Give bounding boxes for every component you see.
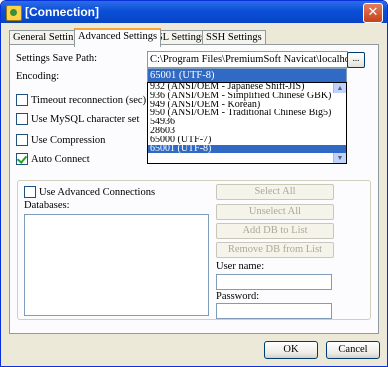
databases-label: Databases: bbox=[24, 200, 70, 211]
timeout-reconnection-label: Timeout reconnection (sec): bbox=[31, 94, 149, 106]
encoding-option[interactable]: 936 (ANSI/OEM - Simplified Chinese GBK) bbox=[148, 92, 346, 101]
add-db-button[interactable]: Add DB to List bbox=[216, 223, 334, 239]
encoding-option[interactable]: 949 (ANSI/OEM - Korean) bbox=[148, 101, 346, 110]
connection-window: [Connection] ✕ General Settings Advanced… bbox=[0, 0, 388, 367]
timeout-reconnection-checkbox[interactable]: Timeout reconnection (sec): bbox=[16, 94, 149, 106]
close-button[interactable]: ✕ bbox=[363, 3, 383, 23]
mysql-charset-label: Use MySQL character set bbox=[31, 113, 140, 125]
checkmark-icon[interactable] bbox=[16, 153, 28, 165]
user-name-label: User name: bbox=[216, 261, 265, 272]
encoding-dropdown-list[interactable]: 932 (ANSI/OEM - Japanese Shift-JIS) 936 … bbox=[147, 82, 347, 164]
encoding-option[interactable]: 932 (ANSI/OEM - Japanese Shift-JIS) bbox=[148, 83, 346, 92]
auto-connect-label: Auto Connect bbox=[31, 153, 90, 165]
compression-label: Use Compression bbox=[31, 134, 106, 146]
checkbox-box[interactable] bbox=[16, 113, 28, 125]
checkbox-box[interactable] bbox=[24, 186, 36, 198]
save-path-input[interactable]: C:\Program Files\PremiumSoft Navicat\loc… bbox=[147, 51, 348, 68]
cancel-button[interactable]: Cancel bbox=[326, 341, 380, 359]
mysql-charset-checkbox[interactable]: Use MySQL character set bbox=[16, 113, 139, 125]
window-title: [Connection] bbox=[25, 5, 99, 19]
databases-list[interactable] bbox=[24, 214, 209, 316]
browse-button[interactable]: ... bbox=[347, 52, 365, 68]
tab-ssh-settings[interactable]: SSH Settings bbox=[202, 30, 266, 45]
encoding-option[interactable]: 950 (ANSI/OEM - Traditional Chinese Big5… bbox=[148, 109, 346, 118]
navicat-app-icon bbox=[6, 5, 22, 21]
use-advanced-connections-label: Use Advanced Connections bbox=[39, 186, 156, 198]
encoding-option[interactable]: 65000 (UTF-7) bbox=[148, 136, 346, 145]
encoding-label: Encoding: bbox=[16, 71, 60, 82]
select-all-button[interactable]: Select All bbox=[216, 184, 334, 200]
password-input[interactable] bbox=[216, 303, 332, 319]
advanced-connections-group: Use Advanced Connections Databases: Sele… bbox=[17, 180, 371, 320]
encoding-option[interactable]: 28603 bbox=[148, 127, 346, 136]
ok-button[interactable]: OK bbox=[264, 341, 318, 359]
auto-connect-checkbox[interactable]: Auto Connect bbox=[16, 153, 90, 165]
encoding-option[interactable]: 54936 bbox=[148, 118, 346, 127]
encoding-option-selected[interactable]: 65001 (UTF-8) bbox=[148, 144, 346, 154]
scroll-up-arrow-icon[interactable]: ▲ bbox=[333, 83, 346, 93]
checkbox-box[interactable] bbox=[16, 94, 28, 106]
use-advanced-connections-checkbox[interactable]: Use Advanced Connections bbox=[24, 186, 155, 198]
checkbox-box[interactable] bbox=[16, 134, 28, 146]
title-bar: [Connection] ✕ bbox=[1, 1, 387, 23]
unselect-all-button[interactable]: Unselect All bbox=[216, 204, 334, 220]
advanced-settings-panel: Settings Save Path: C:\Program Files\Pre… bbox=[9, 44, 379, 334]
tab-advanced-settings[interactable]: Advanced Settings bbox=[74, 28, 162, 47]
scroll-down-arrow-icon[interactable]: ▼ bbox=[333, 153, 346, 163]
compression-checkbox[interactable]: Use Compression bbox=[16, 134, 105, 146]
user-name-input[interactable] bbox=[216, 274, 332, 290]
save-path-label: Settings Save Path: bbox=[16, 53, 98, 64]
password-label: Password: bbox=[216, 291, 260, 302]
remove-db-button[interactable]: Remove DB from List bbox=[216, 242, 334, 258]
